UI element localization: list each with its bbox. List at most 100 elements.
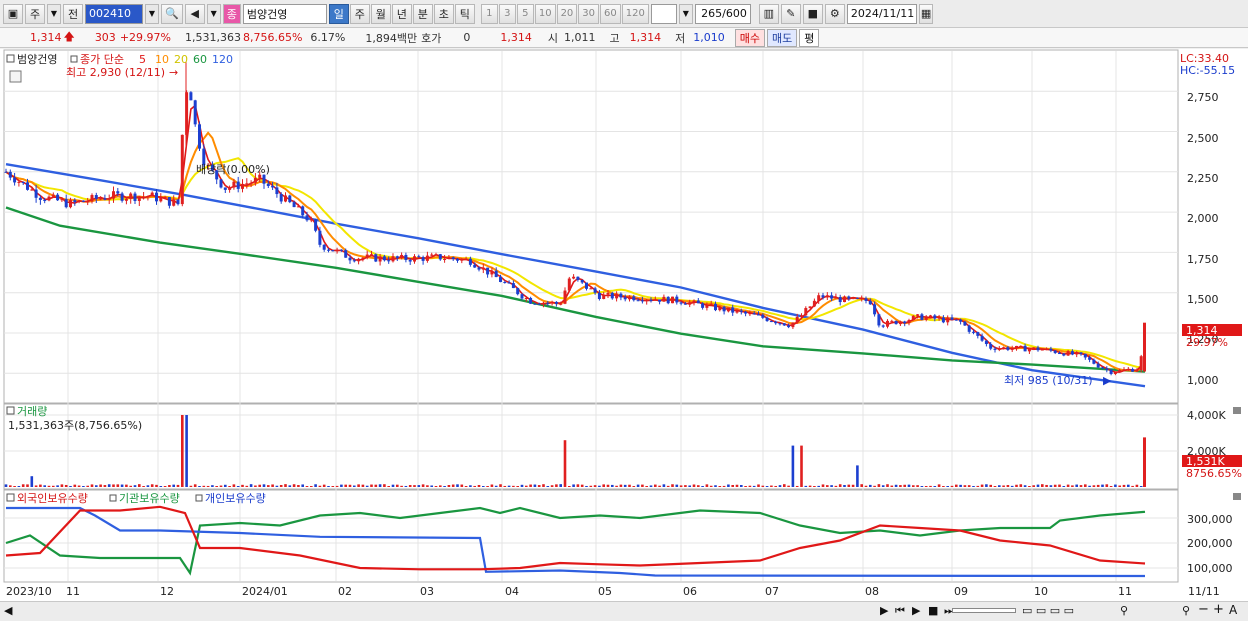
zoom-out-icon[interactable]: − xyxy=(1198,602,1209,617)
volume-bar xyxy=(232,484,236,487)
number-group: 1 3 5 10 20 30 60 120 xyxy=(480,3,649,24)
candle-body xyxy=(1092,359,1096,364)
draw-icon[interactable]: ✎ xyxy=(780,3,801,24)
custom-number-dropdown-icon[interactable]: ▼ xyxy=(678,3,693,24)
volume-bar xyxy=(765,486,769,487)
volume-bar xyxy=(533,484,537,487)
zoom-in-icon[interactable]: + xyxy=(1213,602,1224,617)
volume-bar xyxy=(396,484,399,487)
range-input[interactable]: 265/600 xyxy=(694,3,751,24)
interval-month[interactable]: 월 xyxy=(370,3,391,24)
volume-bar xyxy=(267,485,270,487)
candle-body xyxy=(972,331,975,333)
interval-second[interactable]: 초 xyxy=(433,3,454,24)
number-20[interactable]: 20 xyxy=(556,3,578,24)
volume-bar xyxy=(1006,485,1010,487)
interval-week[interactable]: 주 xyxy=(349,3,370,24)
search-icon[interactable]: 🔍 xyxy=(161,3,183,24)
candle-body xyxy=(271,185,275,188)
period-select[interactable]: 주 xyxy=(25,3,45,24)
candle-body xyxy=(916,314,920,316)
candle-body xyxy=(520,294,524,299)
volume-close-icon[interactable] xyxy=(1233,407,1241,414)
font-size-icon[interactable]: A xyxy=(1229,603,1237,617)
gear-icon[interactable]: ⚙ xyxy=(824,3,845,24)
table-icon[interactable] xyxy=(9,70,22,83)
volume-bar xyxy=(967,485,971,487)
volume-bar xyxy=(297,485,300,487)
interval-minute[interactable]: 분 xyxy=(412,3,433,24)
volume-bar xyxy=(1139,486,1143,487)
code-dropdown-icon[interactable]: ▼ xyxy=(145,3,159,24)
candle-body xyxy=(309,219,313,221)
candle-body xyxy=(400,254,404,259)
speaker-dropdown-icon[interactable]: ▼ xyxy=(206,3,221,24)
sell-button[interactable]: 매도 xyxy=(766,28,798,47)
volume-bar xyxy=(1101,484,1104,487)
candle-body xyxy=(954,319,958,321)
candle-body xyxy=(821,295,825,298)
price-panel-frame xyxy=(3,49,1179,404)
avg-button[interactable]: 평 xyxy=(799,28,820,47)
play-icon[interactable]: ▶ xyxy=(912,604,920,617)
number-3[interactable]: 3 xyxy=(498,3,516,24)
candle-body xyxy=(490,270,494,275)
stock-chart-svg[interactable]: 범양건영 종가 단순 5 10 20 60 120 LC:33.40 HC:-5… xyxy=(0,49,1248,601)
candle-body xyxy=(279,194,283,202)
candle-body xyxy=(86,201,90,203)
volume-bar xyxy=(525,485,528,487)
candle-body xyxy=(881,325,885,327)
layout-icon[interactable]: ▣ xyxy=(3,3,23,24)
number-30[interactable]: 30 xyxy=(578,3,600,24)
scroll-left-icon[interactable]: ◀ xyxy=(4,604,12,617)
scroll-right-icon[interactable]: ▶ xyxy=(880,604,888,617)
candle-body xyxy=(593,288,597,293)
candle-body xyxy=(438,254,442,260)
candle-body xyxy=(847,296,851,299)
volume-bar xyxy=(1135,484,1139,487)
calendar-icon[interactable]: ▦ xyxy=(918,3,934,24)
stock-name-field[interactable]: 범양건영 xyxy=(242,3,327,24)
prev-button[interactable]: 전 xyxy=(63,3,83,24)
legend-ma10: 10 xyxy=(155,53,169,66)
number-10[interactable]: 10 xyxy=(534,3,556,24)
candle-body xyxy=(1040,349,1044,351)
number-120[interactable]: 120 xyxy=(621,3,649,24)
volume-bar xyxy=(473,485,476,487)
number-60[interactable]: 60 xyxy=(600,3,621,24)
date-input[interactable]: 2024/11/11 xyxy=(846,3,917,24)
volume-bar xyxy=(959,484,962,487)
candle-body xyxy=(1101,367,1104,369)
buy-button[interactable]: 매수 xyxy=(734,28,765,47)
number-5[interactable]: 5 xyxy=(516,3,534,24)
stop-icon[interactable]: ■ xyxy=(928,604,938,617)
volume-bar xyxy=(1053,484,1057,487)
interval-year[interactable]: 년 xyxy=(391,3,412,24)
stock-code-input[interactable]: 002410 xyxy=(85,3,143,24)
volume-bar xyxy=(550,485,554,487)
rewind-icon[interactable]: ⏮ xyxy=(895,604,905,618)
volume-bar xyxy=(499,484,502,487)
interval-day[interactable]: 일 xyxy=(328,3,349,24)
speaker-icon[interactable]: ◀ xyxy=(184,3,205,24)
candle-body xyxy=(77,200,81,203)
candle-body xyxy=(430,254,434,256)
history-icon[interactable]: ⚲ xyxy=(1120,604,1128,617)
holding-close-icon[interactable] xyxy=(1233,493,1241,500)
custom-number-input[interactable] xyxy=(650,3,677,24)
view-options-icon[interactable]: ▭ ▭ ▭ ▭ xyxy=(1022,604,1074,617)
save-icon[interactable]: ■ xyxy=(802,3,823,24)
volume-tick-4000k: 4,000K xyxy=(1187,409,1226,422)
candle-body xyxy=(1002,347,1006,349)
period-dropdown-icon[interactable]: ▼ xyxy=(47,3,61,24)
zoom-slider[interactable] xyxy=(952,608,1016,613)
number-1[interactable]: 1 xyxy=(480,3,498,24)
candle-body xyxy=(236,181,240,189)
volume-bar xyxy=(1023,485,1027,487)
volume-bar xyxy=(327,486,330,487)
interval-tick[interactable]: 틱 xyxy=(454,3,475,24)
chart-area[interactable]: 범양건영 종가 단순 5 10 20 60 120 LC:33.40 HC:-5… xyxy=(0,49,1248,601)
chart-type-icon[interactable]: ▥ xyxy=(758,3,779,24)
search-small-icon[interactable]: ⚲ xyxy=(1182,604,1190,617)
x-label-09: 09 xyxy=(954,585,968,598)
